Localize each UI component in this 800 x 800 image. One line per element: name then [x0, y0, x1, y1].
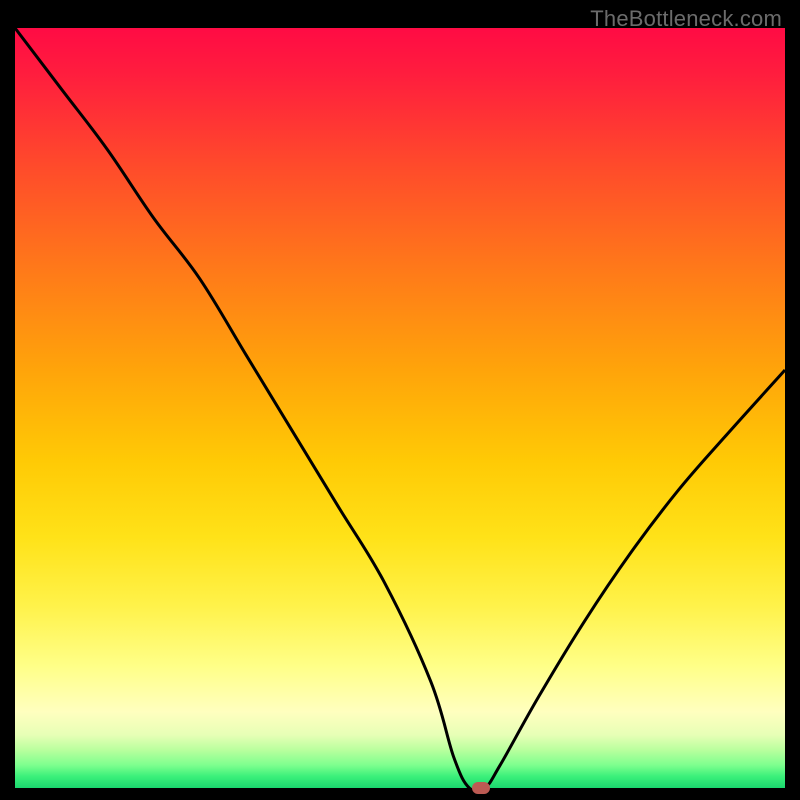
chart-area — [15, 28, 785, 788]
curve-path — [15, 28, 785, 792]
bottleneck-curve — [15, 28, 785, 788]
minimum-marker — [472, 782, 490, 794]
